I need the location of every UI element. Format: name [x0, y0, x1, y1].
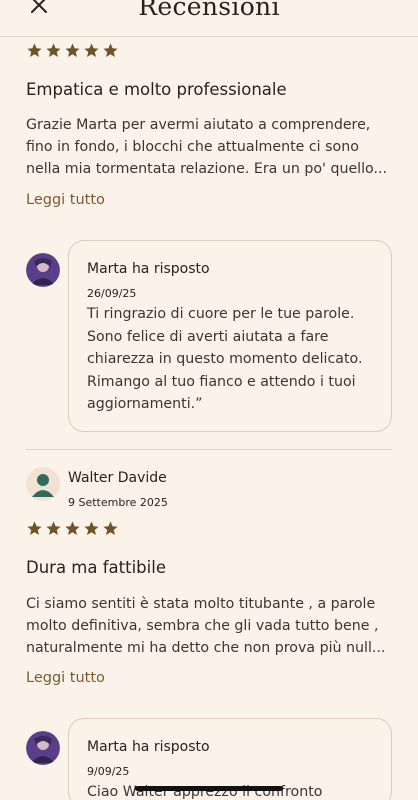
rating-stars — [26, 520, 119, 537]
reviewer-name: Walter Davide — [68, 470, 167, 486]
reply-author: Marta — [87, 261, 128, 277]
home-indicator — [135, 786, 283, 791]
star-icon — [27, 43, 42, 58]
reply-date: 9/09/25 — [87, 765, 130, 778]
avatar-marta-icon — [26, 253, 60, 287]
avatar — [26, 467, 60, 501]
reply-date: 26/09/25 — [87, 287, 137, 300]
read-more-link[interactable]: Leggi tutto — [26, 670, 105, 686]
reply-header: Marta ha risposto — [87, 261, 210, 277]
star-icon — [65, 521, 80, 536]
star-icon — [84, 43, 99, 58]
divider — [26, 449, 392, 450]
review-date: 9 Settembre 2025 — [68, 496, 168, 509]
star-icon — [84, 521, 99, 536]
rating-stars — [26, 42, 119, 59]
review-body: Ci siamo sentiti è stata molto titubante… — [26, 596, 386, 656]
avatar-marta-icon — [26, 731, 60, 765]
star-icon — [27, 521, 42, 536]
page-title: Recensioni — [138, 0, 280, 21]
reply-author: Marta — [87, 739, 128, 755]
reply-action: ha risposto — [131, 739, 210, 755]
star-icon — [103, 43, 118, 58]
review-body: Grazie Marta per avermi aiutato a compre… — [26, 117, 388, 177]
reply-text: Ti ringrazio di cuore per le tue parole.… — [87, 306, 363, 412]
reply-action: ha risposto — [131, 261, 210, 277]
avatar — [26, 731, 60, 765]
star-icon — [46, 43, 61, 58]
reply-card: Marta ha risposto 26/09/25 Ti ringrazio … — [68, 240, 392, 432]
reply-header: Marta ha risposto — [87, 739, 210, 755]
star-icon — [103, 521, 118, 536]
user-placeholder-icon — [26, 467, 60, 501]
star-icon — [46, 521, 61, 536]
read-more-link[interactable]: Leggi tutto — [26, 192, 105, 208]
review-title: Dura ma fattibile — [26, 558, 166, 577]
star-icon — [65, 43, 80, 58]
header: Recensioni — [0, 0, 418, 37]
review-title: Empatica e molto professionale — [26, 80, 287, 99]
avatar — [26, 253, 60, 287]
